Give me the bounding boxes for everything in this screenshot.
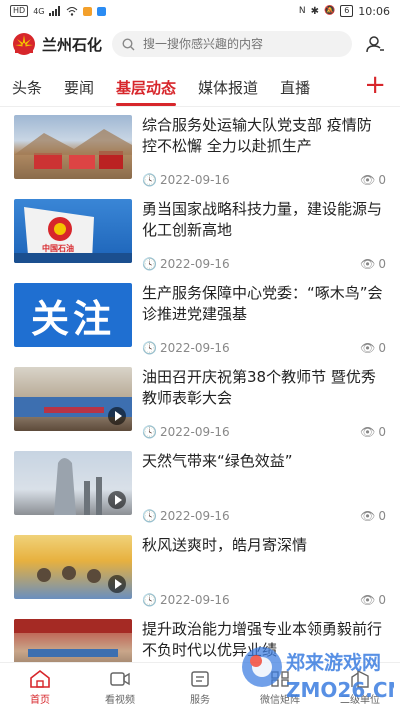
nav-label: 服务 (190, 694, 210, 706)
units-icon (351, 669, 369, 688)
play-icon[interactable] (108, 491, 126, 509)
nav-home[interactable]: 首页 (0, 663, 80, 711)
play-icon[interactable] (108, 407, 126, 425)
app-logo: 兰州石化 (12, 32, 102, 56)
nav-wechat-matrix[interactable]: 微信矩阵 (240, 663, 320, 711)
mute-icon: 🔕 (323, 6, 336, 16)
news-list: 综合服务处运输大队党支部 疫情防控不松懈 全力以赴抓生产 🕓 2022-09-16… (0, 107, 400, 695)
wifi-icon (67, 7, 78, 16)
nav-secondary-units[interactable]: 二级单位 (320, 663, 400, 711)
eye-icon: 👁 (360, 425, 376, 439)
clock-icon: 🕓 (142, 173, 157, 187)
nav-watch-video[interactable]: 看视频 (80, 663, 160, 711)
category-tabs: 头条 要闻 基层动态 媒体报道 直播 + (0, 66, 400, 107)
thumb-attention-text: 关注 (30, 296, 115, 341)
clock-icon: 🕓 (142, 593, 157, 607)
eye-icon: 👁 (360, 341, 376, 355)
article-thumbnail (14, 451, 132, 515)
article-date: 2022-09-16 (159, 425, 230, 439)
article-date: 2022-09-16 (159, 257, 230, 271)
article-thumbnail (14, 367, 132, 431)
search-icon (122, 37, 135, 50)
app-title: 兰州石化 (42, 35, 103, 54)
list-item[interactable]: 关注 生产服务保障中心党委：“啄木鸟”会诊推进党建强基 🕓 2022-09-16 … (14, 275, 386, 359)
add-tab-icon[interactable]: + (364, 70, 386, 100)
article-thumbnail (14, 535, 132, 599)
view-count: 0 (378, 425, 386, 439)
user-icon (366, 36, 384, 53)
article-thumbnail (14, 115, 132, 179)
list-item[interactable]: 中国石油 勇当国家战略科技力量，建设能源与化工创新高地 🕓 2022-09-16 … (14, 191, 386, 275)
nav-label: 微信矩阵 (260, 694, 300, 706)
article-date: 2022-09-16 (159, 341, 230, 355)
tab-media-reports[interactable]: 媒体报道 (198, 77, 258, 106)
app-notification-icon (83, 6, 93, 16)
clock-icon: 🕓 (142, 257, 157, 271)
nav-label: 首页 (30, 694, 50, 706)
article-title: 秋风送爽时，皓月寄深情 (142, 536, 308, 554)
app-header: 兰州石化 (0, 22, 400, 66)
nav-label: 二级单位 (340, 694, 380, 706)
article-title: 综合服务处运输大队党支部 疫情防控不松懈 全力以赴抓生产 (142, 116, 372, 155)
eye-icon: 👁 (360, 257, 376, 271)
thumb-logo-caption: 中国石油 (42, 244, 74, 253)
view-count: 0 (378, 257, 386, 271)
clock-icon: 🕓 (142, 509, 157, 523)
user-profile-button[interactable] (362, 31, 388, 57)
signal-icon (49, 6, 61, 16)
petrochina-logo-icon (13, 33, 35, 55)
view-count: 0 (378, 173, 386, 187)
battery-icon: 6 (340, 5, 354, 17)
clock-icon: 🕓 (142, 341, 157, 355)
status-bar: HD 4G N ✱ 🔕 6 10:06 (0, 0, 400, 22)
tab-live[interactable]: 直播 (280, 77, 310, 106)
tab-headlines[interactable]: 头条 (12, 77, 42, 106)
article-thumbnail: 关注 (14, 283, 132, 347)
service-icon (191, 670, 209, 687)
app-notification-icon (97, 6, 107, 16)
list-item[interactable]: 天然气带来“绿色效益” 🕓 2022-09-16 👁 0 (14, 443, 386, 527)
eye-icon: 👁 (360, 173, 376, 187)
article-title: 提升政治能力增强专业本领勇毅前行不负时代以优异业绩 (142, 620, 383, 659)
bottom-navigation: 首页 看视频 服务 微信矩阵 二级单位 (0, 662, 400, 711)
tab-important-news[interactable]: 要闻 (64, 77, 94, 106)
hd-indicator: HD (10, 5, 29, 17)
play-icon[interactable] (108, 575, 126, 593)
clock-icon: 🕓 (142, 425, 157, 439)
nav-service[interactable]: 服务 (160, 663, 240, 711)
article-title: 天然气带来“绿色效益” (142, 452, 293, 470)
list-item[interactable]: 秋风送爽时，皓月寄深情 🕓 2022-09-16 👁 0 (14, 527, 386, 611)
video-icon (110, 671, 130, 686)
eye-icon: 👁 (360, 509, 376, 523)
view-count: 0 (378, 509, 386, 523)
article-title: 勇当国家战略科技力量，建设能源与化工创新高地 (142, 200, 383, 239)
view-count: 0 (378, 593, 386, 607)
nav-label: 看视频 (105, 694, 135, 706)
article-title: 油田召开庆祝第38个教师节 暨优秀教师表彰大会 (142, 368, 376, 407)
article-date: 2022-09-16 (159, 173, 230, 187)
article-date: 2022-09-16 (159, 509, 230, 523)
eye-icon: 👁 (360, 593, 376, 607)
list-item[interactable]: 综合服务处运输大队党支部 疫情防控不松懈 全力以赴抓生产 🕓 2022-09-16… (14, 107, 386, 191)
tab-grassroots-news[interactable]: 基层动态 (116, 77, 177, 106)
article-title: 生产服务保障中心党委：“啄木鸟”会诊推进党建强基 (142, 284, 383, 323)
article-thumbnail: 中国石油 (14, 199, 132, 263)
view-count: 0 (378, 341, 386, 355)
search-input[interactable] (141, 36, 342, 52)
list-item[interactable]: 油田召开庆祝第38个教师节 暨优秀教师表彰大会 🕓 2022-09-16 👁 0 (14, 359, 386, 443)
wechat-matrix-icon (271, 670, 289, 687)
clock: 10:06 (358, 4, 390, 18)
nfc-icon: N (298, 6, 306, 16)
article-date: 2022-09-16 (159, 593, 230, 607)
network-indicator: 4G (33, 6, 45, 16)
search-bar[interactable] (112, 31, 352, 57)
bluetooth-icon: ✱ (310, 5, 319, 17)
home-icon (30, 669, 50, 688)
